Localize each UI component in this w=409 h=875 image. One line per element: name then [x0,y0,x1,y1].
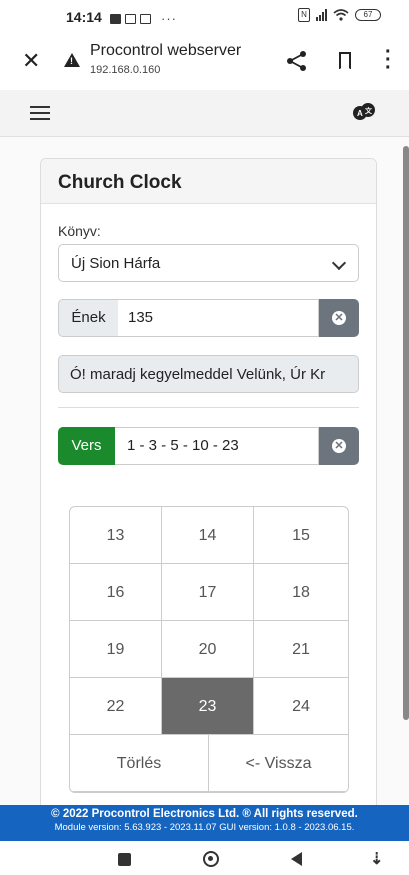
verse-key-21[interactable]: 21 [254,621,348,678]
verse-key-23[interactable]: 23 [162,678,254,735]
accessibility-icon[interactable]: ⇣ [370,849,383,869]
keypad-row: 13 14 15 [70,507,348,564]
verse-input[interactable]: 1 - 3 - 5 - 10 - 23 [115,427,319,465]
keypad-row: 16 17 18 [70,564,348,621]
verse-addon-label: Vers [58,427,115,465]
scrollbar[interactable] [403,146,409,720]
svg-text:A: A [357,109,363,118]
clear-icon: ✕ [332,439,346,453]
footer-copyright: © 2022 Procontrol Electronics Ltd. ® All… [51,808,358,820]
verse-key-20[interactable]: 20 [162,621,254,678]
song-title-text: Ó! maradj kegyelmeddel Velünk, Úr Kr [70,366,326,383]
verse-key-22[interactable]: 22 [70,678,162,735]
verse-key-18[interactable]: 18 [254,564,348,621]
message-icon [110,13,121,24]
language-icon[interactable]: A 文 [352,102,376,122]
verse-key-14[interactable]: 14 [162,507,254,564]
more-menu-icon[interactable]: · · · [385,42,392,78]
nfc-icon: N [298,8,310,22]
page-url: 192.168.0.160 [90,64,161,76]
clear-song-button[interactable]: ✕ [319,299,359,337]
notification-icons-row: ··· [110,11,177,26]
verse-key-16[interactable]: 16 [70,564,162,621]
divider [58,407,359,408]
signal-icon [316,9,327,21]
status-time: 14:14 [66,9,102,25]
svg-text:文: 文 [365,106,373,115]
card-title: Church Clock [58,172,182,193]
clear-verses-button[interactable]: Törlés [70,735,209,792]
book-select[interactable]: Új Sion Hárfa [58,244,359,282]
keypad-row: 19 20 21 [70,621,348,678]
chevron-down-icon [331,255,347,271]
more-notifications-icon: ··· [161,11,177,26]
system-icons: N 67 [298,8,381,22]
verse-key-19[interactable]: 19 [70,621,162,678]
wifi-icon [333,9,349,21]
keypad-row: 22 23 24 [70,678,348,735]
page-title: Procontrol webserver [90,42,242,59]
hamburger-menu-icon[interactable] [30,106,50,124]
song-title-field: Ó! maradj kegyelmeddel Velünk, Úr Kr [58,355,359,393]
footer-versions: Module version: 5.63.923 - 2023.11.07 GU… [54,822,355,833]
browser-toolbar: ✕ ! Procontrol webserver 192.168.0.160 ·… [0,36,409,90]
book-label: Könyv: [58,223,101,239]
song-number-group: Ének 135 ✕ [58,299,359,337]
android-nav-bar: ⇣ [0,841,409,875]
bookmark-icon[interactable] [339,52,351,70]
verse-key-15[interactable]: 15 [254,507,348,564]
book-selected-value: Új Sion Hárfa [71,255,161,272]
verse-group: Vers 1 - 3 - 5 - 10 - 23 ✕ [58,427,359,465]
close-icon[interactable]: ✕ [22,48,40,74]
recent-apps-icon[interactable] [118,853,131,866]
clear-verse-button[interactable]: ✕ [319,427,359,465]
home-icon[interactable] [203,851,219,867]
calendar-icon [125,13,136,24]
keypad-actions-row: Törlés <- Vissza [70,735,348,792]
church-clock-card: Church Clock Könyv: Új Sion Hárfa Ének 1… [40,158,377,810]
verse-key-24[interactable]: 24 [254,678,348,735]
verse-key-17[interactable]: 17 [162,564,254,621]
song-number-input[interactable]: 135 [118,299,319,337]
verse-keypad: 13 14 15 16 17 18 19 20 21 22 23 24 Törlés <- Vissza [69,506,349,793]
verse-key-13[interactable]: 13 [70,507,162,564]
status-bar: 14:14 ··· N 67 [0,0,409,36]
back-icon[interactable] [291,852,302,866]
clear-icon: ✕ [332,311,346,325]
calendar-icon-2 [140,13,151,24]
song-addon-label: Ének [58,299,119,337]
backspace-button[interactable]: <- Vissza [209,735,348,792]
share-icon[interactable] [286,50,308,72]
battery-icon: 67 [355,9,381,21]
footer: © 2022 Procontrol Electronics Ltd. ® All… [0,805,409,841]
app-navbar: A 文 [0,90,409,137]
